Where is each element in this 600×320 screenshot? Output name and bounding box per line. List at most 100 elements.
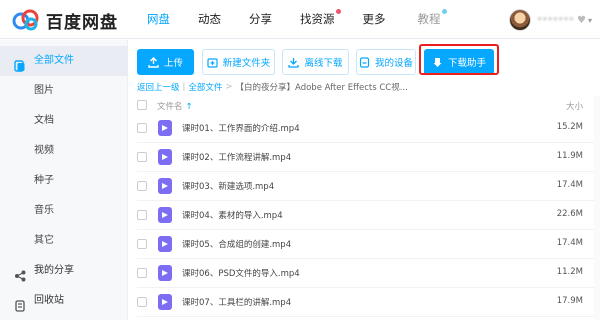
sidebar-item-label: 视频 <box>34 145 54 156</box>
sidebar-item-images[interactable]: 图片 <box>0 76 128 106</box>
avatar[interactable] <box>508 9 531 31</box>
file-name[interactable]: 课时04、素材的导入.mp4 <box>182 209 283 221</box>
sidebar-item-all-files[interactable]: 全部文件 <box>0 46 128 76</box>
my-devices-label: 我的设备 <box>374 58 413 69</box>
upload-label: 上传 <box>163 58 183 69</box>
sidebar: 全部文件 图片 文档 视频 种子 音乐 其它 我的分享 回收站 <box>0 40 128 320</box>
sidebar-item-other[interactable]: 其它 <box>0 226 128 256</box>
sidebar-item-label: 文档 <box>34 115 54 126</box>
file-row[interactable]: 课时01、工作界面的介绍.mp4 15.2M <box>137 114 594 143</box>
file-name[interactable]: 课时02、工作流程讲解.mp4 <box>182 151 291 163</box>
nav-share[interactable]: 分享 <box>240 0 281 39</box>
row-checkbox[interactable] <box>137 152 147 162</box>
row-checkbox[interactable] <box>137 181 147 191</box>
sidebar-item-label: 种子 <box>34 175 54 186</box>
row-checkbox[interactable] <box>137 268 147 278</box>
file-name[interactable]: 课时06、PSD文件的导入.mp4 <box>182 267 300 279</box>
sidebar-item-recycle-bin[interactable]: 回收站 <box>0 286 128 316</box>
files-icon <box>14 55 26 72</box>
logo-text: 百度网盘 <box>46 12 118 33</box>
column-header-size[interactable]: 大小 <box>566 100 583 112</box>
file-name[interactable]: 课时03、新建选项.mp4 <box>182 180 274 192</box>
video-file-icon <box>158 294 172 310</box>
breadcrumb-current-folder: 【白的夜分享】Adobe After Effects CC视... <box>235 83 408 93</box>
file-row[interactable]: 课时03、新建选项.mp4 17.4M <box>137 172 594 201</box>
file-row[interactable]: 课时02、工作流程讲解.mp4 11.9M <box>137 143 594 172</box>
sidebar-item-music[interactable]: 音乐 <box>0 196 128 226</box>
file-row[interactable]: 课时05、合成组的创建.mp4 17.4M <box>137 230 594 259</box>
breadcrumb-back-link[interactable]: 返回上一级 <box>137 81 180 93</box>
username: ••••••• <box>536 15 575 25</box>
file-row[interactable]: 课时07、工具栏的讲解.mp4 17.9M <box>137 288 594 317</box>
upload-button[interactable]: 上传 <box>137 49 194 75</box>
device-icon <box>359 56 370 68</box>
breadcrumb: 返回上一级 | 全部文件 > 【白的夜分享】Adobe After Effect… <box>137 80 408 94</box>
video-file-icon <box>158 207 172 223</box>
sidebar-item-label: 回收站 <box>34 295 64 306</box>
highlight-annotation-box <box>419 44 499 75</box>
breadcrumb-separator: > <box>225 82 233 92</box>
main-nav: 网盘 动态 分享 找资源 更多 教程 <box>138 0 450 39</box>
offline-download-button[interactable]: 离线下载 <box>282 49 349 75</box>
notification-dot <box>441 9 447 14</box>
vip-heart-icon: ♥ <box>577 14 586 26</box>
baidu-netdisk-logo[interactable]: 百度网盘 <box>12 7 118 33</box>
video-file-icon <box>158 265 172 281</box>
file-size: 11.9M <box>556 151 583 161</box>
sidebar-item-documents[interactable]: 文档 <box>0 106 128 136</box>
my-devices-button[interactable]: 我的设备 <box>356 49 416 75</box>
file-name[interactable]: 课时01、工作界面的介绍.mp4 <box>182 122 300 134</box>
sidebar-item-label: 音乐 <box>34 205 54 216</box>
video-file-icon <box>158 149 172 165</box>
file-name[interactable]: 课时05、合成组的创建.mp4 <box>182 238 291 250</box>
row-checkbox[interactable] <box>137 297 147 307</box>
download-icon <box>288 57 300 68</box>
column-name-label: 文件名 <box>157 102 183 112</box>
new-folder-icon <box>207 57 218 68</box>
file-size: 15.2M <box>556 122 583 132</box>
nav-find-resources[interactable]: 找资源 <box>291 0 344 39</box>
video-file-icon <box>158 236 172 252</box>
nav-more[interactable]: 更多 <box>354 0 395 39</box>
top-header: 百度网盘 网盘 动态 分享 找资源 更多 教程 ••••••• ♥ ▾ <box>0 0 600 39</box>
nav-activity[interactable]: 动态 <box>189 0 230 39</box>
video-file-icon <box>158 120 172 136</box>
sort-arrow-up-icon: ↑ <box>185 102 193 112</box>
video-file-icon <box>158 178 172 194</box>
row-checkbox[interactable] <box>137 210 147 220</box>
sidebar-item-label: 全部文件 <box>34 55 74 66</box>
chevron-down-icon: ▾ <box>587 15 592 25</box>
sidebar-item-videos[interactable]: 视频 <box>0 136 128 166</box>
breadcrumb-all-files-link[interactable]: 全部文件 <box>188 81 222 93</box>
file-size: 17.4M <box>556 180 583 190</box>
scrollbar[interactable] <box>594 96 600 320</box>
row-checkbox[interactable] <box>137 123 147 133</box>
trash-icon <box>14 295 26 312</box>
upload-icon <box>148 56 159 68</box>
sidebar-item-label: 图片 <box>34 85 54 96</box>
file-size: 11.2M <box>556 267 583 277</box>
cloud-logo-icon <box>12 8 40 32</box>
notification-dot <box>335 9 341 14</box>
file-row[interactable]: 课时04、素材的导入.mp4 22.6M <box>137 201 594 230</box>
new-folder-button[interactable]: 新建文件夹 <box>202 49 275 75</box>
new-folder-label: 新建文件夹 <box>222 58 271 69</box>
row-checkbox[interactable] <box>137 239 147 249</box>
sidebar-item-my-shares[interactable]: 我的分享 <box>0 256 128 286</box>
nav-find-resources-label: 找资源 <box>300 12 335 26</box>
select-all-checkbox[interactable] <box>137 100 147 110</box>
sidebar-item-torrents[interactable]: 种子 <box>0 166 128 196</box>
nav-netdisk[interactable]: 网盘 <box>138 0 179 39</box>
user-menu[interactable]: ••••••• ♥ ▾ <box>508 8 592 32</box>
column-header-name[interactable]: 文件名 ↑ <box>157 100 193 112</box>
file-list-header: 文件名 ↑ 大小 <box>137 97 594 115</box>
file-size: 22.6M <box>556 209 583 219</box>
sidebar-item-label: 我的分享 <box>34 265 74 276</box>
file-size: 17.4M <box>556 238 583 248</box>
breadcrumb-separator: | <box>182 82 186 92</box>
file-row[interactable]: 课时06、PSD文件的导入.mp4 11.2M <box>137 259 594 288</box>
file-size: 17.9M <box>556 296 583 306</box>
file-name[interactable]: 课时07、工具栏的讲解.mp4 <box>182 296 291 308</box>
sidebar-item-label: 其它 <box>34 235 54 246</box>
nav-tutorial[interactable]: 教程 <box>409 0 450 39</box>
